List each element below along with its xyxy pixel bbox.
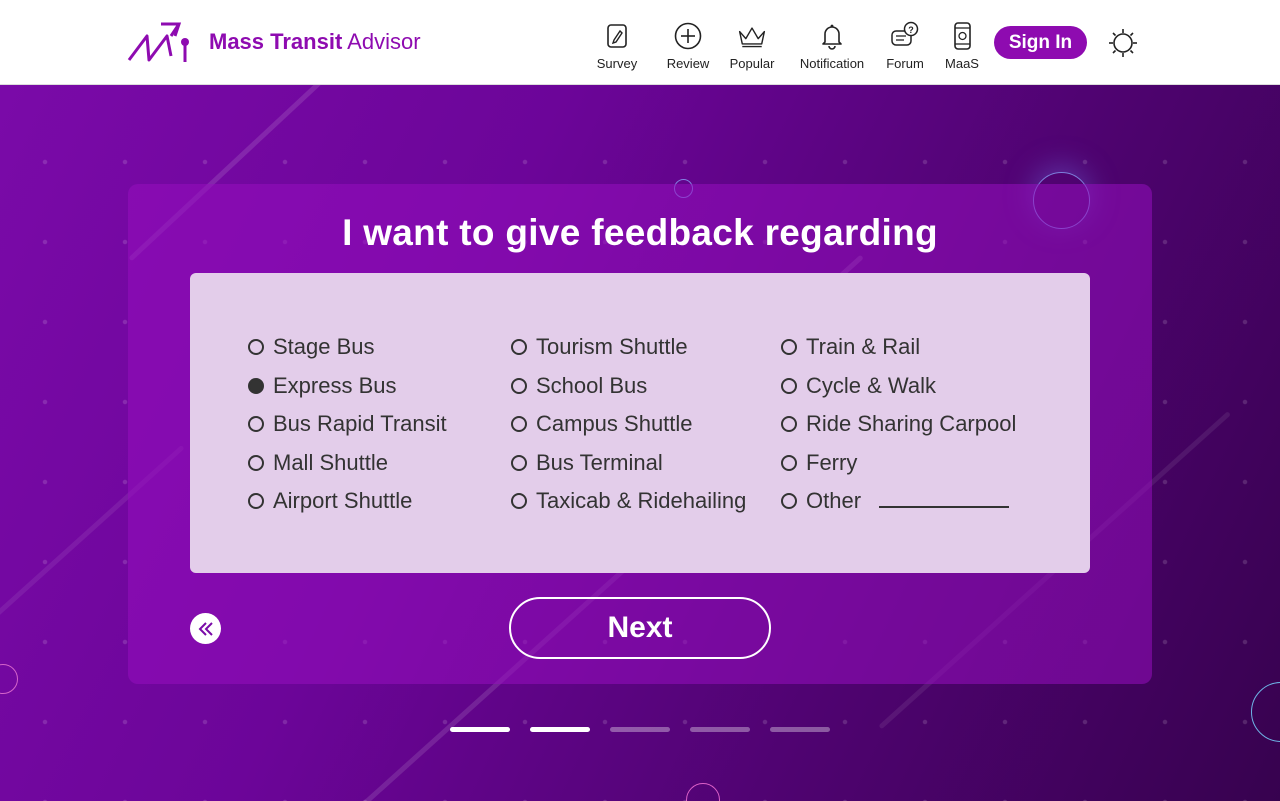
option-label: Campus Shuttle: [536, 411, 693, 437]
step-dash: [610, 727, 670, 732]
sign-in-button[interactable]: Sign In: [994, 26, 1087, 59]
radio-button[interactable]: [248, 493, 264, 510]
radio-button[interactable]: [511, 377, 527, 394]
option-tourism-shuttle[interactable]: Tourism Shuttle: [511, 328, 746, 367]
radio-button[interactable]: [511, 493, 527, 510]
option-column: Stage Bus Express Bus Bus Rapid Transit …: [248, 328, 447, 521]
step-indicator: [450, 727, 850, 732]
option-ferry[interactable]: Ferry: [781, 444, 1016, 483]
radio-button[interactable]: [248, 339, 264, 356]
nav-label: Popular: [729, 56, 775, 71]
feedback-card: I want to give feedback regarding Stage …: [128, 184, 1152, 684]
option-label: School Bus: [536, 372, 648, 398]
option-express-bus[interactable]: Express Bus: [248, 367, 447, 406]
step-dash-active: [450, 727, 510, 732]
option-ride-sharing-carpool[interactable]: Ride Sharing Carpool: [781, 405, 1016, 444]
radio-button[interactable]: [781, 454, 797, 471]
option-bus-terminal[interactable]: Bus Terminal: [511, 444, 746, 483]
radio-button[interactable]: [781, 416, 797, 433]
radio-button[interactable]: [511, 454, 527, 471]
option-label: Stage Bus: [273, 334, 375, 360]
radio-button-selected[interactable]: [248, 377, 264, 394]
radio-button[interactable]: [781, 377, 797, 394]
option-label: Taxicab & Ridehailing: [536, 488, 747, 514]
radio-button[interactable]: [511, 339, 527, 356]
nav-label: Notification: [799, 56, 865, 71]
logo[interactable]: Mass Transit Advisor: [127, 20, 421, 64]
nav-notification[interactable]: Notification: [792, 20, 872, 71]
option-campus-shuttle[interactable]: Campus Shuttle: [511, 405, 746, 444]
option-column: Tourism Shuttle School Bus Campus Shuttl…: [511, 328, 746, 521]
crown-icon: [736, 20, 768, 52]
nav-label: Review: [666, 56, 710, 71]
hero-background: I want to give feedback regarding Stage …: [0, 85, 1280, 801]
option-label: Express Bus: [273, 372, 397, 398]
back-button[interactable]: [190, 613, 221, 644]
option-label: Bus Terminal: [536, 449, 663, 475]
next-button[interactable]: Next: [509, 597, 771, 659]
top-header: Mass Transit Advisor Survey Review Popul…: [0, 0, 1280, 85]
radio-button[interactable]: [248, 454, 264, 471]
radio-button[interactable]: [511, 416, 527, 433]
options-panel: Stage Bus Express Bus Bus Rapid Transit …: [190, 273, 1090, 573]
nav-review[interactable]: Review: [652, 20, 724, 71]
option-label: Mall Shuttle: [273, 449, 388, 475]
option-label: Train & Rail: [806, 334, 921, 360]
step-dash: [690, 727, 750, 732]
double-chevron-left-icon: [198, 621, 213, 636]
option-other[interactable]: Other: [781, 482, 1016, 521]
option-label: Cycle & Walk: [806, 372, 936, 398]
nav-maas[interactable]: MaaS: [940, 20, 984, 71]
radio-button[interactable]: [781, 493, 797, 510]
option-train-rail[interactable]: Train & Rail: [781, 328, 1016, 367]
logo-icon: [127, 22, 189, 62]
add-circle-icon: [672, 20, 704, 52]
option-stage-bus[interactable]: Stage Bus: [248, 328, 447, 367]
option-airport-shuttle[interactable]: Airport Shuttle: [248, 482, 447, 521]
main-nav: Survey Review Popular Notification ? For…: [590, 20, 984, 71]
option-label: Other: [806, 488, 862, 514]
nav-label: Survey: [596, 56, 638, 71]
brand-name: Mass Transit Advisor: [209, 29, 421, 54]
nav-label: MaaS: [945, 56, 979, 71]
radio-button[interactable]: [781, 339, 797, 356]
option-taxicab-ridehailing[interactable]: Taxicab & Ridehailing: [511, 482, 746, 521]
step-dash-active: [530, 727, 590, 732]
option-label: Tourism Shuttle: [536, 334, 688, 360]
page-title: I want to give feedback regarding: [342, 212, 938, 253]
radio-button[interactable]: [248, 416, 264, 433]
bell-icon: [816, 20, 848, 52]
svg-text:?: ?: [908, 25, 914, 35]
nav-popular[interactable]: Popular: [724, 20, 780, 71]
nav-survey[interactable]: Survey: [590, 20, 644, 71]
option-cycle-walk[interactable]: Cycle & Walk: [781, 367, 1016, 406]
option-label: Ride Sharing Carpool: [806, 411, 1017, 437]
phone-icon: [946, 20, 978, 52]
option-column: Train & Rail Cycle & Walk Ride Sharing C…: [781, 328, 1016, 521]
option-label: Bus Rapid Transit: [273, 411, 447, 437]
chat-question-icon: ?: [889, 20, 921, 52]
option-label: Airport Shuttle: [273, 488, 413, 514]
option-bus-rapid-transit[interactable]: Bus Rapid Transit: [248, 405, 447, 444]
other-text-field[interactable]: [879, 494, 1010, 509]
option-mall-shuttle[interactable]: Mall Shuttle: [248, 444, 447, 483]
nav-forum[interactable]: ? Forum: [882, 20, 928, 71]
survey-icon: [601, 20, 633, 52]
option-school-bus[interactable]: School Bus: [511, 367, 746, 406]
sun-icon[interactable]: [1108, 28, 1138, 58]
option-label: Ferry: [806, 449, 858, 475]
nav-label: Forum: [886, 56, 924, 71]
step-dash: [770, 727, 830, 732]
